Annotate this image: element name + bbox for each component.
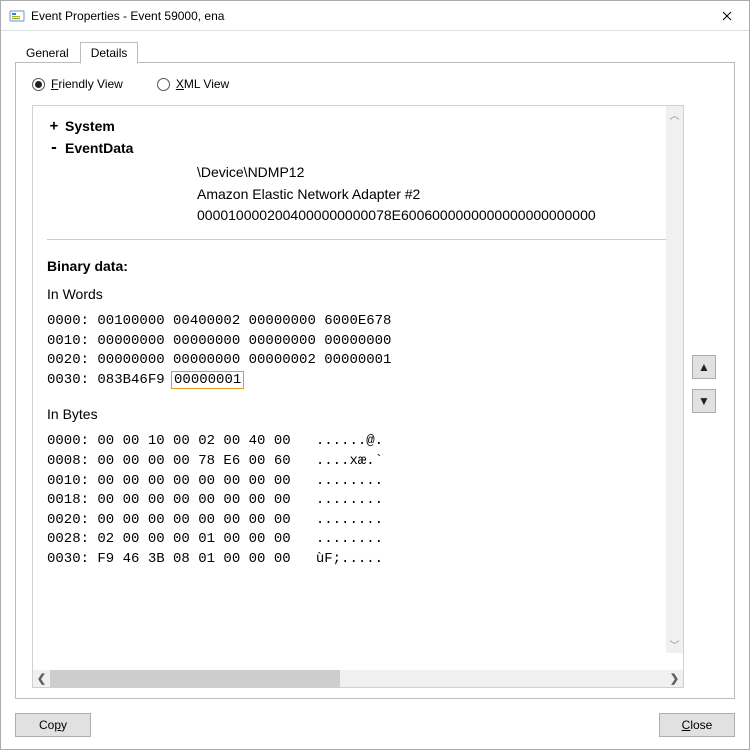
hex-words-block: 0000: 00100000 00400002 00000000 6000E67…	[47, 312, 681, 390]
view-mode-radios: Friendly View XML View	[32, 77, 718, 91]
window-close-button[interactable]	[704, 1, 749, 31]
separator	[47, 239, 681, 240]
in-bytes-heading: In Bytes	[47, 406, 681, 422]
tree-node-system[interactable]: + System	[47, 118, 681, 134]
binary-data-heading: Binary data:	[47, 258, 681, 274]
scroll-up-icon: ︿	[666, 106, 683, 123]
scroll-left-icon: ❮	[33, 670, 50, 687]
event-properties-window: Event Properties - Event 59000, ena Gene…	[0, 0, 750, 750]
titlebar: Event Properties - Event 59000, ena	[1, 1, 749, 31]
content-outer: + System - EventData \Device\NDMP12 Amaz…	[32, 105, 718, 688]
next-event-button[interactable]: ▼	[692, 389, 716, 413]
collapse-icon: -	[47, 140, 61, 156]
eventdata-value: \Device\NDMP12	[197, 162, 681, 184]
radio-friendly-view[interactable]: Friendly View	[32, 77, 123, 91]
radio-label: XML View	[176, 77, 229, 91]
scroll-thumb[interactable]	[50, 670, 340, 687]
radio-icon	[32, 78, 45, 91]
highlighted-hex: 00000001	[171, 371, 244, 389]
eventdata-value: 0000100002004000000000078E60060000000000…	[197, 205, 681, 227]
close-icon	[722, 11, 732, 21]
details-panel: Friendly View XML View + System -	[15, 62, 735, 699]
close-button[interactable]: Close	[659, 713, 735, 737]
tab-general[interactable]: General	[15, 42, 80, 63]
nav-arrows: ▲ ▼	[692, 105, 718, 688]
hex-bytes-block: 0000: 00 00 10 00 02 00 40 00 ......@. 0…	[47, 432, 681, 569]
horizontal-scrollbar[interactable]: ❮ ❯	[33, 670, 683, 687]
eventdata-values: \Device\NDMP12 Amazon Elastic Network Ad…	[197, 162, 681, 227]
scroll-down-icon: ﹀	[666, 636, 683, 653]
in-words-heading: In Words	[47, 286, 681, 302]
tree-label: System	[65, 118, 115, 134]
window-title: Event Properties - Event 59000, ena	[31, 9, 704, 23]
scroll-track	[50, 670, 666, 687]
dialog-body: General Details Friendly View XML View	[1, 31, 749, 749]
radio-label: Friendly View	[51, 77, 123, 91]
tree-node-eventdata[interactable]: - EventData	[47, 140, 681, 156]
content-scroll-area: + System - EventData \Device\NDMP12 Amaz…	[33, 106, 683, 670]
tab-details[interactable]: Details	[80, 42, 139, 64]
prev-event-button[interactable]: ▲	[692, 355, 716, 379]
eventdata-value: Amazon Elastic Network Adapter #2	[197, 184, 681, 206]
tabstrip: General Details	[15, 39, 735, 63]
tree-label: EventData	[65, 140, 133, 156]
radio-xml-view[interactable]: XML View	[157, 77, 229, 91]
app-icon	[9, 8, 25, 24]
arrow-up-icon: ▲	[698, 360, 710, 374]
dialog-footer: Copy Close	[15, 713, 735, 737]
scroll-right-icon: ❯	[666, 670, 683, 687]
expand-icon: +	[47, 118, 61, 134]
vertical-scrollbar[interactable]: ︿ ﹀	[666, 106, 683, 653]
radio-icon	[157, 78, 170, 91]
arrow-down-icon: ▼	[698, 394, 710, 408]
copy-button[interactable]: Copy	[15, 713, 91, 737]
content-frame: + System - EventData \Device\NDMP12 Amaz…	[32, 105, 684, 688]
